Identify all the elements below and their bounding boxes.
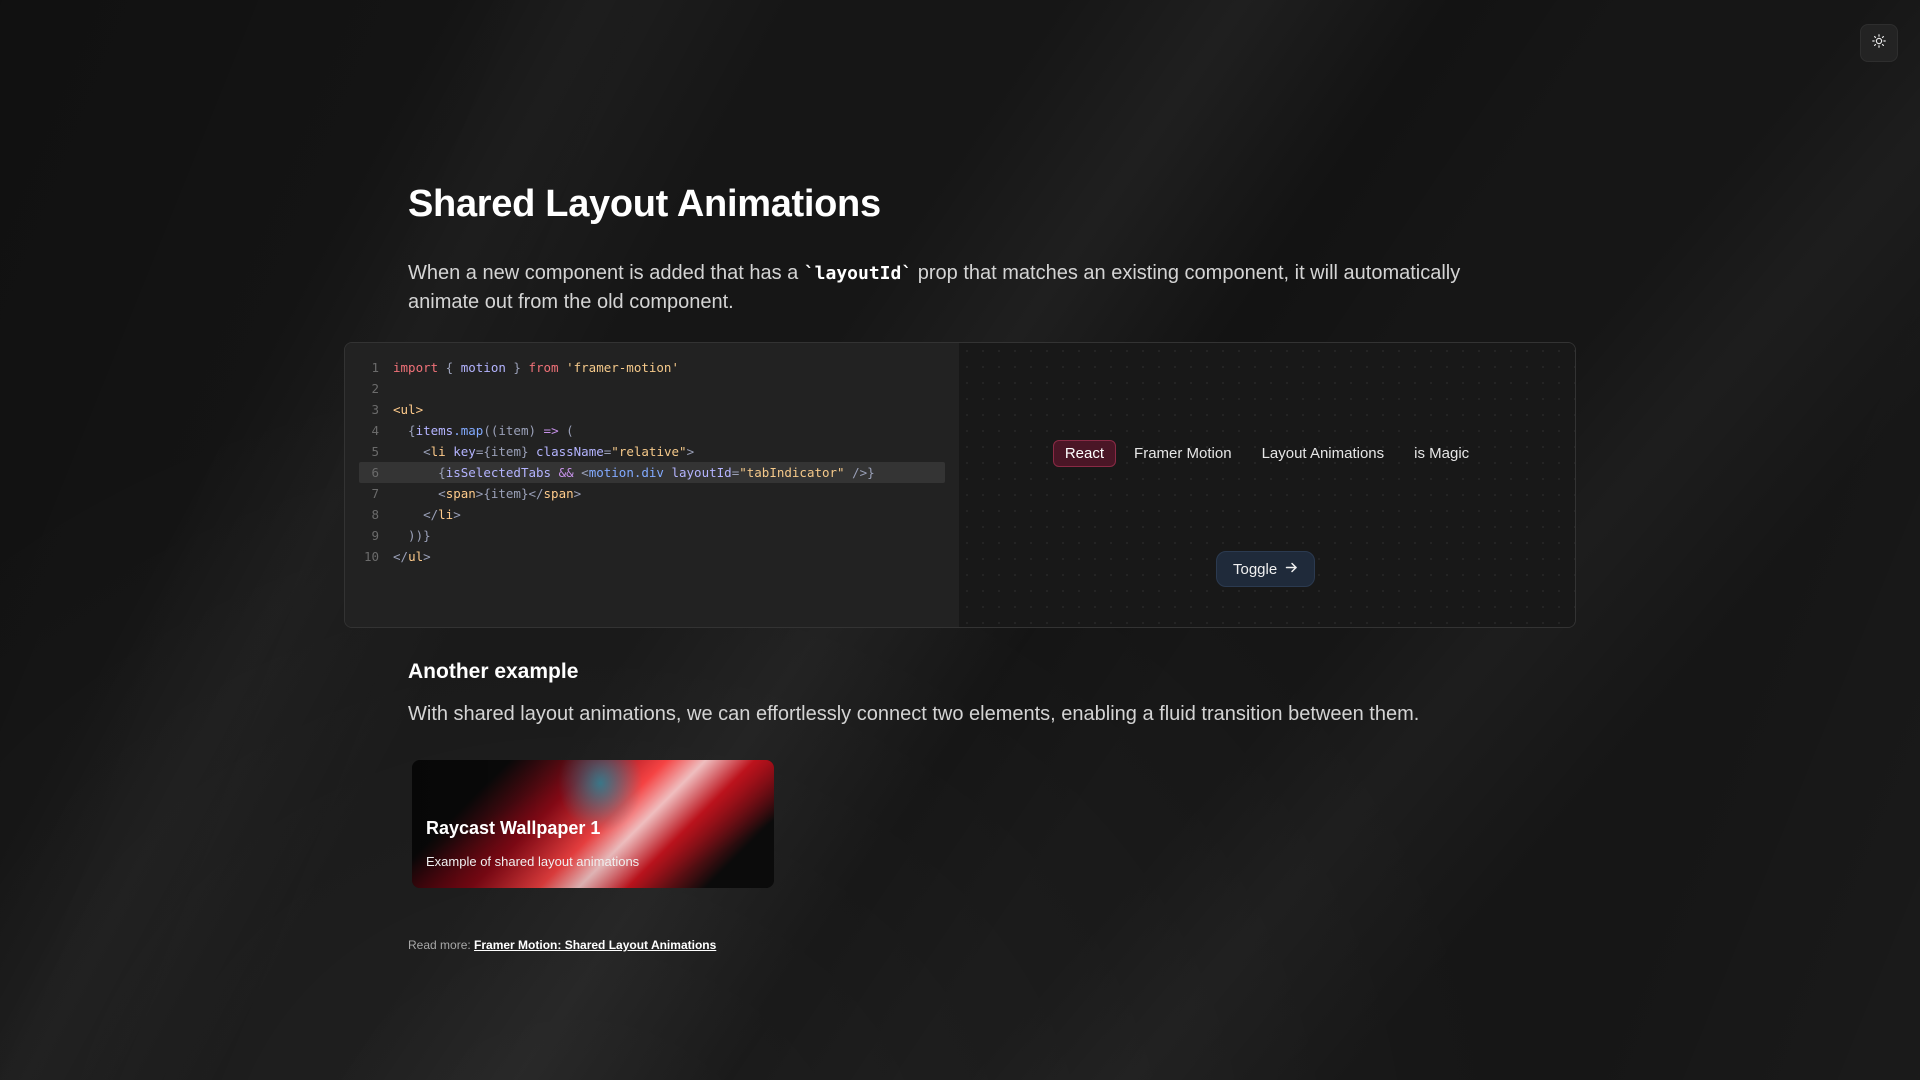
code-block: 1 import { motion } from 'framer-motion'… — [345, 343, 959, 627]
line-number: 10 — [363, 549, 379, 564]
line-number: 1 — [371, 360, 379, 375]
preview-pane: React Framer Motion Layout Animations is… — [959, 343, 1575, 627]
code-text: {isSelectedTabs && <motion.div layoutId=… — [393, 465, 875, 480]
code-line: 10 </ul> — [359, 546, 945, 567]
line-number: 4 — [371, 423, 379, 438]
code-text: <li key={item} className="relative"> — [393, 444, 695, 459]
demo-container: 1 import { motion } from 'framer-motion'… — [344, 342, 1576, 628]
code-line: 4 {items.map((item) => ( — [359, 420, 945, 441]
code-text: </li> — [393, 507, 461, 522]
code-line-highlighted: 6 {isSelectedTabs && <motion.div layoutI… — [359, 462, 945, 483]
intro-inline-code: `layoutId` — [803, 263, 913, 284]
line-number: 5 — [371, 444, 379, 459]
page-title: Shared Layout Animations — [408, 183, 881, 225]
line-number: 2 — [371, 381, 379, 396]
code-text: ))} — [393, 528, 431, 543]
line-number: 6 — [371, 465, 379, 480]
code-line: 5 <li key={item} className="relative"> — [359, 441, 945, 462]
read-more-label: Read more: — [408, 938, 475, 952]
card-description: Example of shared layout animations — [426, 854, 640, 869]
sun-icon — [1872, 33, 1886, 53]
read-more-link[interactable]: Framer Motion: Shared Layout Animations — [474, 938, 716, 952]
read-more: Read more: Framer Motion: Shared Layout … — [408, 938, 716, 952]
code-line: 8 </li> — [359, 504, 945, 525]
code-line: 3 <ul> — [359, 399, 945, 420]
code-text: {items.map((item) => ( — [393, 423, 574, 438]
line-number: 3 — [371, 402, 379, 417]
theme-toggle-button[interactable] — [1860, 24, 1898, 62]
code-line: 9 ))} — [359, 525, 945, 546]
wallpaper-card[interactable]: Raycast Wallpaper 1 Example of shared la… — [412, 760, 774, 888]
code-text: import { motion } from 'framer-motion' — [393, 360, 679, 375]
line-number: 8 — [371, 507, 379, 522]
line-number: 7 — [371, 486, 379, 501]
code-line: 7 <span>{item}</span> — [359, 483, 945, 504]
line-number: 9 — [371, 528, 379, 543]
code-line: 1 import { motion } from 'framer-motion' — [359, 357, 945, 378]
code-text: <span>{item}</span> — [393, 486, 582, 501]
tab-framer-motion[interactable]: Framer Motion — [1122, 440, 1244, 467]
toggle-button-label: Toggle — [1233, 560, 1278, 578]
intro-paragraph: When a new component is added that has a… — [408, 259, 1508, 316]
section-heading: Another example — [408, 660, 579, 683]
tab-list: React Framer Motion Layout Animations is… — [959, 440, 1575, 467]
code-line: 2 — [359, 378, 945, 399]
toggle-button[interactable]: Toggle — [1216, 551, 1316, 587]
tab-is-magic[interactable]: is Magic — [1402, 440, 1481, 467]
section-description: With shared layout animations, we can ef… — [408, 703, 1420, 725]
code-text: </ul> — [393, 549, 431, 564]
code-text: <ul> — [393, 402, 424, 417]
arrow-right-icon — [1285, 561, 1298, 578]
card-title: Raycast Wallpaper 1 — [426, 818, 601, 838]
tab-layout-animations[interactable]: Layout Animations — [1250, 440, 1397, 467]
tab-react[interactable]: React — [1052, 440, 1117, 467]
intro-text-start: When a new component is added that has a — [408, 262, 804, 284]
